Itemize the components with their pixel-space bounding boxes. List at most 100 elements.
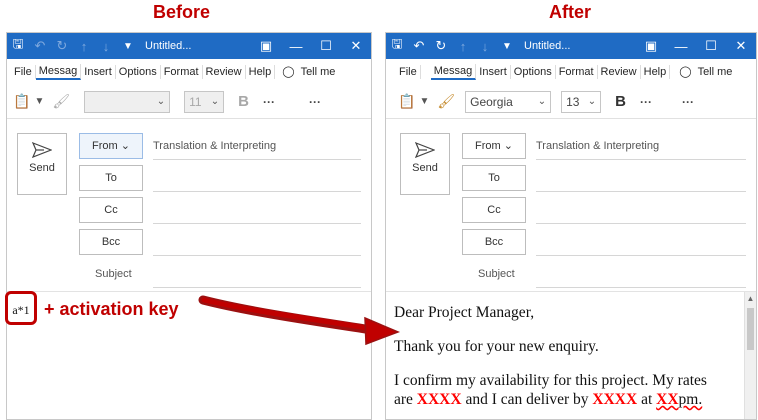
send-icon: [32, 142, 52, 158]
window-title: Untitled...: [524, 40, 571, 52]
from-button[interactable]: From ⌄: [79, 133, 143, 159]
bcc-button[interactable]: Bcc: [462, 229, 526, 255]
tab-review[interactable]: Review: [598, 65, 641, 79]
tab-message[interactable]: Messag: [430, 64, 477, 80]
from-value: Translation & Interpreting: [153, 140, 277, 152]
before-window: 🖫 ↶ ↻ ↑ ↓ ▼ Untitled... ▣ — ☐ ✕ File Mes…: [6, 32, 372, 420]
body-separator: [386, 291, 756, 292]
cc-field[interactable]: [536, 223, 746, 224]
bold-button[interactable]: B: [238, 93, 249, 110]
down-arrow-icon[interactable]: ↓: [474, 39, 496, 54]
up-arrow-icon[interactable]: ↑: [452, 39, 474, 54]
save-icon[interactable]: 🖫: [7, 35, 29, 57]
undo-icon[interactable]: ↶: [29, 38, 51, 54]
minimize-button[interactable]: —: [281, 39, 311, 54]
cc-button[interactable]: Cc: [79, 197, 143, 223]
subject-field[interactable]: [153, 287, 361, 288]
close-button[interactable]: ✕: [341, 38, 371, 54]
chevron-down-icon: ⌄: [587, 96, 597, 107]
tell-me[interactable]: Tell me: [298, 65, 339, 79]
font-size-select[interactable]: 13 ⌄: [561, 90, 602, 113]
chevron-down-icon[interactable]: ▼: [419, 96, 429, 107]
typed-shortcut: a*1: [5, 291, 37, 325]
ribbon-display-icon[interactable]: ▣: [636, 38, 666, 54]
to-field[interactable]: [536, 191, 746, 192]
tab-review[interactable]: Review: [203, 65, 246, 79]
scroll-up-icon[interactable]: ▲: [745, 294, 756, 303]
up-arrow-icon[interactable]: ↑: [73, 39, 95, 54]
menu-bar: File Messag Insert Options Format Review…: [7, 59, 371, 85]
ribbon-toolbar: 📋 ▼ 🖌 Georgia ⌄ 13 ⌄ B ··· ···: [386, 85, 756, 119]
after-window: 🖫 ↶ ↻ ↑ ↓ ▼ Untitled... ▣ — ☐ ✕ File Mes…: [385, 32, 757, 420]
customize-icon[interactable]: ▼: [496, 41, 518, 52]
more-icon[interactable]: ···: [263, 95, 275, 109]
format-painter-icon[interactable]: 🖌: [437, 93, 455, 110]
tab-format[interactable]: Format: [556, 65, 598, 79]
chevron-down-icon: ⌄: [503, 140, 513, 152]
tab-options[interactable]: Options: [116, 65, 161, 79]
send-button[interactable]: Send: [400, 133, 450, 195]
cc-field[interactable]: [153, 223, 361, 224]
more-icon[interactable]: ···: [309, 95, 321, 109]
tab-insert[interactable]: Insert: [81, 65, 116, 79]
save-icon[interactable]: 🖫: [386, 35, 408, 57]
compose-form: Send From ⌄ Translation & Interpreting T…: [386, 119, 756, 294]
tab-help[interactable]: Help: [641, 65, 671, 79]
to-button[interactable]: To: [79, 165, 143, 191]
paste-icon[interactable]: 📋: [398, 93, 415, 110]
from-button[interactable]: From ⌄: [462, 133, 526, 159]
send-button[interactable]: Send: [17, 133, 67, 195]
redo-icon[interactable]: ↻: [430, 38, 452, 54]
customize-icon[interactable]: ▼: [117, 41, 139, 52]
font-size-select[interactable]: 11 ⌄: [184, 90, 225, 113]
down-arrow-icon[interactable]: ↓: [95, 39, 117, 54]
minimize-button[interactable]: —: [666, 39, 696, 54]
tell-me[interactable]: Tell me: [695, 65, 736, 79]
font-name-select[interactable]: Georgia ⌄: [465, 90, 552, 113]
more-icon[interactable]: ···: [640, 95, 652, 109]
ribbon-display-icon[interactable]: ▣: [251, 38, 281, 54]
scroll-thumb[interactable]: [747, 308, 754, 350]
cc-button[interactable]: Cc: [462, 197, 526, 223]
chevron-down-icon: ⌄: [120, 140, 130, 152]
maximize-button[interactable]: ☐: [311, 38, 341, 54]
activation-key-annotation: + activation key: [44, 299, 179, 319]
chevron-down-icon: ⌄: [210, 96, 220, 107]
greeting: Dear Project Manager,: [394, 304, 535, 321]
from-value: Translation & Interpreting: [536, 140, 660, 152]
message-body[interactable]: Dear Project Manager, Thank you for your…: [394, 303, 740, 419]
format-painter-icon[interactable]: 🖌: [52, 93, 70, 110]
tab-insert[interactable]: Insert: [476, 65, 511, 79]
thanks-line: Thank you for your new enquiry.: [394, 338, 599, 355]
subject-field[interactable]: [536, 287, 746, 288]
undo-icon[interactable]: ↶: [408, 38, 430, 54]
lightbulb-icon[interactable]: ◯: [676, 65, 694, 79]
tab-file[interactable]: File: [11, 65, 36, 79]
bcc-field[interactable]: [536, 255, 746, 256]
bold-button[interactable]: B: [615, 93, 626, 110]
paste-icon[interactable]: 📋: [13, 93, 30, 110]
font-name-select[interactable]: ⌄: [84, 90, 171, 113]
close-button[interactable]: ✕: [726, 38, 756, 54]
ribbon-toolbar: 📋 ▼ 🖌 ⌄ 11 ⌄ B ··· ···: [7, 85, 371, 119]
window-title: Untitled...: [145, 40, 192, 52]
tab-message[interactable]: Messag: [35, 64, 82, 80]
subject-label: Subject: [95, 268, 132, 280]
tab-help[interactable]: Help: [246, 65, 276, 79]
bcc-button[interactable]: Bcc: [79, 229, 143, 255]
more-icon[interactable]: ···: [682, 95, 694, 109]
send-icon: [415, 142, 435, 158]
lightbulb-icon[interactable]: ◯: [279, 65, 297, 79]
tab-format[interactable]: Format: [161, 65, 203, 79]
to-button[interactable]: To: [462, 165, 526, 191]
tab-file[interactable]: File: [396, 65, 421, 79]
maximize-button[interactable]: ☐: [696, 38, 726, 54]
bcc-field[interactable]: [153, 255, 361, 256]
chevron-down-icon: ⌄: [537, 96, 547, 107]
chevron-down-icon[interactable]: ▼: [34, 96, 44, 107]
vertical-scrollbar[interactable]: ▲: [744, 292, 756, 419]
tab-options[interactable]: Options: [511, 65, 556, 79]
availability-line: I confirm my availability for this proje…: [394, 372, 707, 408]
to-field[interactable]: [153, 191, 361, 192]
redo-icon[interactable]: ↻: [51, 38, 73, 54]
